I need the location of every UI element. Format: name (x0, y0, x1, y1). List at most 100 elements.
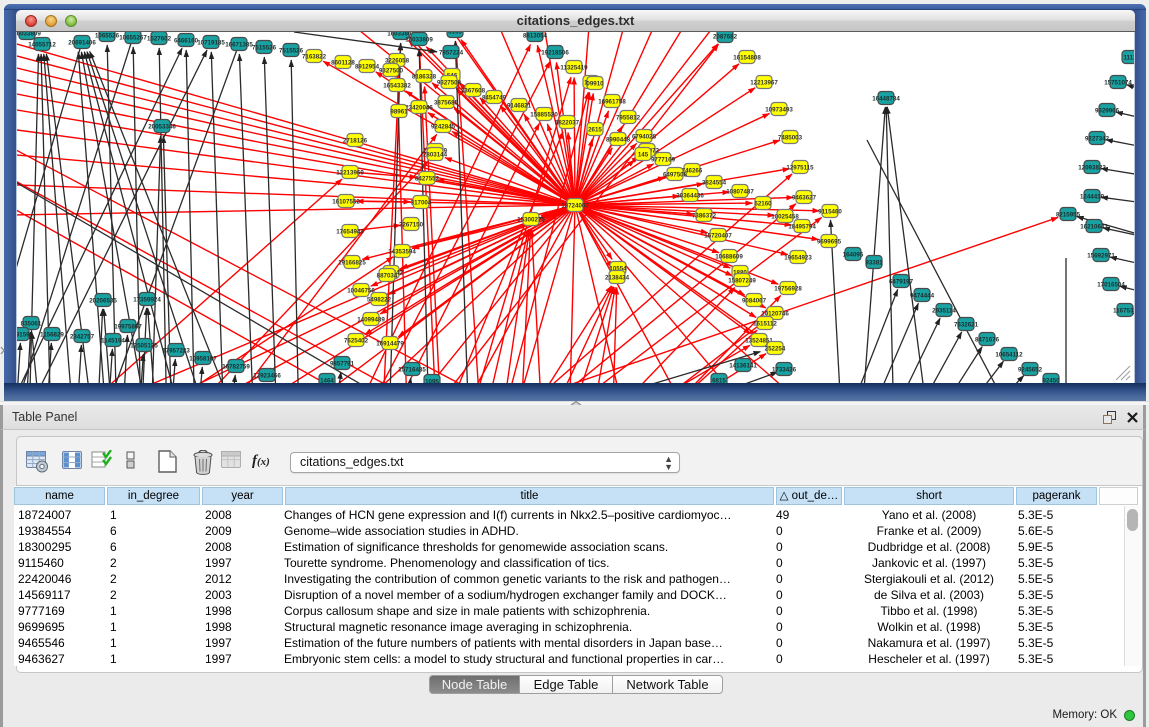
svg-text:10025458: 10025458 (771, 213, 799, 220)
svg-text:8186328: 8186328 (412, 73, 437, 80)
svg-text:12093822: 12093822 (1078, 164, 1106, 171)
svg-text:18724007: 18724007 (561, 202, 589, 209)
svg-text:12923466: 12923466 (253, 372, 281, 379)
svg-text:15885520: 15885520 (530, 111, 558, 118)
svg-text:9699695: 9699695 (817, 238, 842, 245)
svg-text:9474444: 9474444 (910, 292, 935, 299)
svg-text:8813054: 8813054 (523, 32, 548, 39)
svg-text:8471676: 8471676 (975, 336, 1000, 343)
svg-text:5498222: 5498222 (367, 296, 392, 303)
svg-text:2342757: 2342757 (70, 333, 95, 340)
svg-text:10688609: 10688609 (715, 253, 743, 260)
svg-text:1464: 1464 (320, 377, 334, 383)
svg-text:16961758: 16961758 (598, 98, 626, 105)
svg-text:7485003: 7485003 (778, 134, 803, 141)
svg-text:7955812: 7955812 (616, 114, 641, 121)
svg-text:16033809: 16033809 (16, 32, 41, 37)
svg-text:7625402: 7625402 (344, 337, 369, 344)
svg-text:16914479: 16914479 (376, 340, 404, 347)
svg-text:09910: 09910 (586, 80, 604, 87)
svg-text:8427552: 8427552 (415, 175, 440, 182)
svg-text:19756928: 19756928 (774, 285, 802, 292)
svg-text:9115460: 9115460 (818, 208, 842, 215)
svg-text:20364436: 20364436 (676, 192, 704, 199)
svg-text:9242845: 9242845 (431, 123, 456, 130)
svg-text:7515526: 7515526 (252, 44, 277, 51)
svg-text:9329966: 9329966 (1095, 107, 1120, 114)
svg-text:9327500: 9327500 (379, 67, 404, 74)
svg-text:1167533: 1167533 (1113, 307, 1135, 314)
svg-text:20053346: 20053346 (148, 123, 176, 130)
svg-text:6794028: 6794028 (632, 133, 657, 140)
svg-text:252254: 252254 (765, 345, 786, 352)
svg-text:15807249: 15807249 (728, 277, 756, 284)
svg-text:1065526: 1065526 (95, 32, 120, 39)
svg-text:6466160: 6466160 (174, 37, 199, 44)
svg-text:17957223: 17957223 (162, 347, 190, 354)
svg-text:145: 145 (638, 151, 649, 158)
svg-text:12213967: 12213967 (750, 79, 778, 86)
svg-text:1615112: 1615112 (753, 320, 777, 327)
svg-text:20206535: 20206535 (89, 297, 117, 304)
svg-text:317004: 317004 (411, 199, 432, 206)
svg-text:2718126: 2718126 (343, 137, 368, 144)
svg-text:16782759: 16782759 (222, 363, 250, 370)
svg-text:17654943: 17654943 (336, 228, 364, 235)
svg-text:2615: 2615 (588, 126, 602, 133)
svg-text:15751074: 15751074 (1104, 79, 1132, 86)
svg-text:18495794: 18495794 (788, 223, 816, 230)
svg-text:12505135: 12505135 (130, 342, 158, 349)
svg-text:16154808: 16154808 (733, 54, 761, 61)
svg-text:9084067: 9084067 (742, 297, 767, 304)
svg-text:9227342: 9227342 (1085, 135, 1110, 142)
svg-text:20691406: 20691406 (68, 39, 96, 46)
svg-text:2138434: 2138434 (605, 274, 630, 281)
svg-text:8912954: 8912954 (355, 63, 380, 70)
svg-text:17359924: 17359924 (133, 296, 161, 303)
svg-text:10973493: 10973493 (765, 106, 793, 113)
svg-text:16210643: 16210643 (1080, 223, 1108, 230)
svg-text:15720407: 15720407 (704, 232, 732, 239)
svg-text:7632621: 7632621 (954, 321, 979, 328)
svg-text:8601128: 8601128 (331, 59, 355, 66)
svg-text:14353594: 14353594 (388, 248, 416, 255)
svg-text:6815: 6815 (712, 377, 726, 383)
svg-text:887034: 887034 (377, 272, 398, 279)
svg-text:98961: 98961 (390, 108, 408, 115)
svg-text:92450: 92450 (1042, 377, 1060, 383)
svg-text:1527602: 1527602 (147, 35, 172, 42)
svg-text:6479197: 6479197 (889, 278, 914, 285)
svg-text:1095: 1095 (425, 378, 439, 383)
svg-text:7857224: 7857224 (439, 49, 464, 56)
svg-text:9463627: 9463627 (792, 194, 817, 201)
svg-text:8990448: 8990448 (606, 136, 631, 143)
svg-text:9777169: 9777169 (651, 156, 676, 163)
svg-text:9327508: 9327508 (437, 79, 462, 86)
svg-text:62160: 62160 (754, 200, 772, 207)
svg-text:9857791: 9857791 (330, 360, 355, 367)
svg-text:10958107: 10958107 (189, 355, 217, 362)
svg-text:7163822: 7163822 (302, 53, 327, 60)
svg-text:14099489: 14099489 (357, 316, 385, 323)
svg-text:2935114: 2935114 (932, 307, 956, 314)
svg-text:39159: 39159 (16, 331, 30, 338)
svg-text:9146821: 9146821 (507, 102, 532, 109)
svg-text:19166825: 19166825 (338, 259, 366, 266)
svg-text:8215955: 8215955 (1056, 211, 1081, 218)
svg-text:16543382: 16543382 (383, 82, 411, 89)
svg-text:1145194: 1145194 (101, 337, 125, 344)
svg-text:16107552: 16107552 (332, 198, 360, 205)
svg-text:164095: 164095 (843, 251, 864, 258)
svg-text:19975867: 19975867 (114, 323, 142, 330)
svg-text:1244419: 1244419 (1080, 193, 1105, 200)
svg-text:9245652: 9245652 (1018, 366, 1043, 373)
svg-text:12213969: 12213969 (336, 169, 364, 176)
svg-text:2803144: 2803144 (423, 151, 448, 158)
svg-text:23420046: 23420046 (405, 104, 433, 111)
svg-text:7515526: 7515526 (279, 47, 304, 54)
svg-text:17016504: 17016504 (1097, 281, 1125, 288)
svg-text:3267150: 3267150 (399, 221, 424, 228)
svg-text:10655267: 10655267 (119, 34, 147, 41)
svg-text:3875685: 3875685 (434, 99, 459, 106)
svg-text:10046756: 10046756 (347, 287, 375, 294)
